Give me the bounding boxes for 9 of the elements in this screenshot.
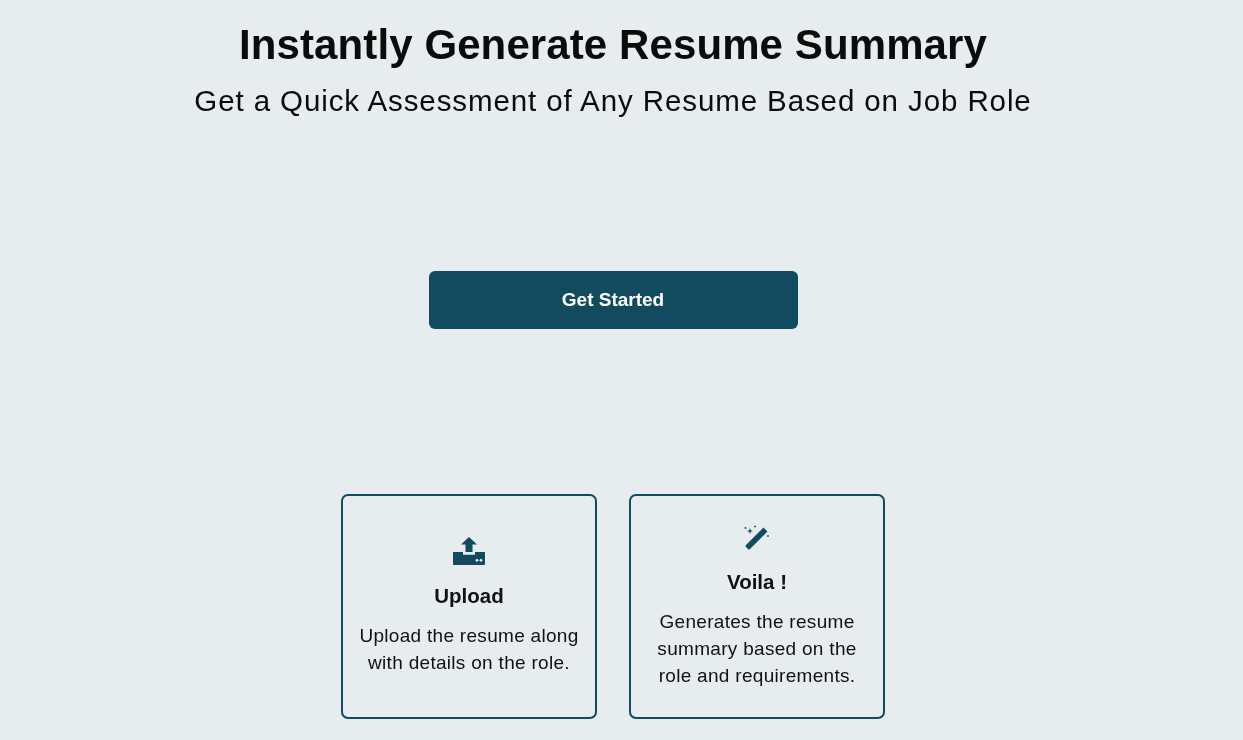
get-started-button[interactable]: Get Started xyxy=(428,271,798,329)
page-title: Instantly Generate Resume Summary xyxy=(239,20,987,70)
step-description: Upload the resume along with details on the role. xyxy=(358,624,580,675)
upload-tray-icon xyxy=(453,537,485,565)
step-title: Voila ! xyxy=(727,568,787,595)
magic-wand-icon xyxy=(744,524,770,551)
step-title: Upload xyxy=(434,583,504,609)
step-description: Generates the resume summary based on the role and requirements. xyxy=(656,609,858,688)
page-subtitle: Get a Quick Assessment of Any Resume Based on Job Role xyxy=(194,84,1032,118)
